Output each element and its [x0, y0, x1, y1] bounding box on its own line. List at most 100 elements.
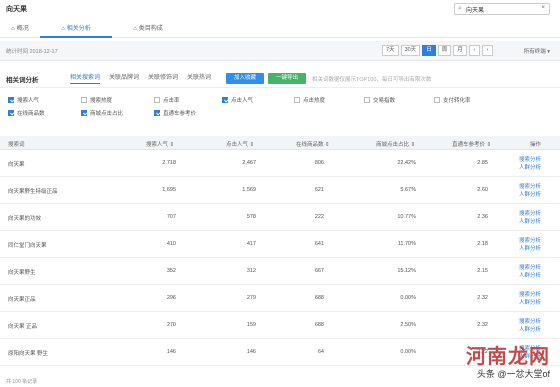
crowd-analysis-link[interactable]: 人群分析: [519, 191, 541, 199]
crowd-analysis-link[interactable]: 人群分析: [519, 164, 541, 172]
cell-click-popularity: 312: [246, 268, 256, 274]
checkbox-click-popularity[interactable]: 点击人气: [222, 96, 253, 104]
sub-tabs: 相关搜索词 关联品牌词 关联修饰词 关联热词: [70, 73, 211, 84]
cell-ztc-price: 2.32: [477, 295, 488, 301]
cell-click-popularity: 578: [246, 214, 256, 220]
range-day-button[interactable]: 日: [422, 45, 436, 56]
crowd-analysis-link[interactable]: 人群分析: [519, 326, 541, 334]
subtab-related-search[interactable]: 相关搜索词: [70, 73, 101, 84]
cell-ztc-price: 2.60: [477, 187, 488, 193]
checkbox-mall-click-share[interactable]: 商城点击占比: [81, 109, 123, 117]
cell-online-items: 641: [314, 241, 324, 247]
checkbox-click-heat[interactable]: 点击热度: [294, 96, 325, 104]
terminal-select[interactable]: 所有终端 ▾: [524, 47, 550, 55]
tab-related-analysis[interactable]: ⌂ 相关分析: [40, 22, 112, 38]
row-actions: 搜索分析 人群分析: [519, 210, 541, 226]
clear-icon[interactable]: ×: [541, 5, 545, 11]
crowd-analysis-link[interactable]: 人群分析: [519, 218, 541, 226]
checkbox-trade-index[interactable]: 交易指数: [364, 96, 395, 104]
home-icon: ⌂: [133, 26, 137, 32]
checkbox-box: [154, 97, 160, 103]
checkbox-box: [294, 97, 300, 103]
row-actions: 搜索分析 人群分析: [519, 291, 541, 307]
checkbox-ztc-price[interactable]: 直通车参考价: [154, 109, 196, 117]
cell-click-popularity: 417: [246, 241, 256, 247]
cell-keyword: 向天果正品: [8, 297, 36, 303]
search-analysis-link[interactable]: 搜索分析: [519, 237, 541, 245]
search-analysis-link[interactable]: 搜索分析: [519, 183, 541, 191]
next-date-button[interactable]: ›: [481, 45, 493, 56]
cell-keyword: 原阳向天果 野生: [8, 351, 49, 357]
search-input[interactable]: [466, 5, 536, 14]
header-search-popularity[interactable]: 搜索人气 ⇕: [146, 140, 174, 148]
date-bar: 统计时间 2018-12-17 7天 30天 日 周 月 ‹ › 所有终端 ▾: [0, 41, 560, 61]
cell-online-items: 222: [314, 214, 324, 220]
home-icon: ⌂: [61, 26, 65, 32]
row-actions: 搜索分析 人群分析: [519, 237, 541, 253]
cell-search-popularity: 270: [166, 322, 176, 328]
crowd-analysis-link[interactable]: 人群分析: [519, 299, 541, 307]
checkbox-search-popularity[interactable]: 搜索人气: [8, 96, 39, 104]
cell-click-popularity: 159: [246, 322, 256, 328]
checkbox-box: [8, 97, 14, 103]
range-7d-button[interactable]: 7天: [382, 45, 399, 56]
export-button[interactable]: 一键导出: [268, 73, 306, 84]
search-analysis-link[interactable]: 搜索分析: [519, 291, 541, 299]
checkbox-box: [81, 110, 87, 116]
cell-ztc-price: 2.85: [477, 160, 488, 166]
cell-keyword: 向天果的功效: [8, 216, 42, 222]
search-analysis-link[interactable]: 搜索分析: [519, 264, 541, 272]
checkbox-pay-conversion[interactable]: 支付转化率: [434, 96, 471, 104]
main-tabs: ⌂ 概况 ⌂ 相关分析 ⌂ 类目构成: [0, 22, 184, 38]
subtab-brand-words[interactable]: 关联品牌词: [109, 73, 139, 84]
crowd-analysis-link[interactable]: 人群分析: [519, 245, 541, 253]
checkbox-click-rate[interactable]: 点击率: [154, 96, 180, 104]
checkbox-online-items[interactable]: 在线商品数: [8, 109, 45, 117]
cell-search-popularity: 146: [166, 349, 176, 355]
header-online-items[interactable]: 在线商品数 ⇕: [296, 140, 330, 148]
search-analysis-link[interactable]: 搜索分析: [519, 156, 541, 164]
subtab-hot-words[interactable]: 关联热词: [187, 73, 211, 84]
tab-overview[interactable]: ⌂ 概况: [0, 22, 40, 38]
cell-search-popularity: 707: [166, 214, 176, 220]
cell-click-popularity: 1,569: [242, 187, 256, 193]
cell-mall-click-share: 10.77%: [397, 214, 416, 220]
range-30d-button[interactable]: 30天: [400, 45, 421, 56]
header-ztc-price[interactable]: 直通车参考价 ⇕: [452, 140, 491, 148]
table-row: 向天果正品 296 279 688 0.00% 2.32 搜索分析 人群分析: [0, 285, 560, 312]
cell-ztc-price: 2.36: [477, 214, 488, 220]
watermark: 河南龙网 头条 @一忿大堂of: [466, 340, 550, 380]
cell-ztc-price: 2.18: [477, 241, 488, 247]
stat-time: 统计时间 2018-12-17: [6, 49, 58, 55]
row-actions: 搜索分析 人群分析: [519, 264, 541, 280]
cell-keyword: 同仁堂门向天果: [8, 243, 47, 249]
crowd-analysis-link[interactable]: 人群分析: [519, 272, 541, 280]
search-box[interactable]: ⌕ ×: [454, 3, 550, 15]
prev-date-button[interactable]: ‹: [468, 45, 480, 56]
cell-search-popularity: 410: [166, 241, 176, 247]
tip-text: 相关词数据仅展示TOP100，每日可导出有限次数: [312, 77, 432, 83]
range-week-button[interactable]: 周: [437, 45, 452, 56]
checkbox-box: [434, 97, 440, 103]
tab-category[interactable]: ⌂ 类目构成: [112, 22, 184, 38]
section-title: 相关词分析: [6, 77, 39, 84]
search-analysis-link[interactable]: 搜索分析: [519, 210, 541, 218]
home-icon: ⌂: [11, 26, 15, 32]
range-month-button[interactable]: 月: [453, 45, 467, 56]
subtab-modifier-words[interactable]: 关联修饰词: [148, 73, 178, 84]
cell-mall-click-share: 0.00%: [400, 349, 416, 355]
top-bar: 向天果 ⌕ × ⌂概况 ⌂相关分析 ⌂类目构成: [0, 0, 560, 38]
add-favorite-button[interactable]: 加入收藏: [226, 73, 264, 84]
checkbox-search-heat[interactable]: 搜索热度: [81, 96, 112, 104]
table-row: 向天果 2,718 2,467 806 22.42% 2.85 搜索分析 人群分析: [0, 150, 560, 177]
header-mall-click-share[interactable]: 商城点击占比 ⇕: [376, 140, 415, 148]
table-row: 向天果 正品 270 159 688 2.50% 2.32 搜索分析 人群分析: [0, 312, 560, 339]
checkbox-box: [222, 97, 228, 103]
cell-online-items: 806: [314, 160, 324, 166]
cell-keyword: 向天果野生: [8, 270, 36, 276]
header-click-popularity[interactable]: 点击人气 ⇕: [226, 140, 254, 148]
cell-online-items: 64: [317, 349, 324, 355]
watermark-title: 河南龙网: [466, 344, 550, 368]
search-analysis-link[interactable]: 搜索分析: [519, 318, 541, 326]
row-actions: 搜索分析 人群分析: [519, 183, 541, 199]
